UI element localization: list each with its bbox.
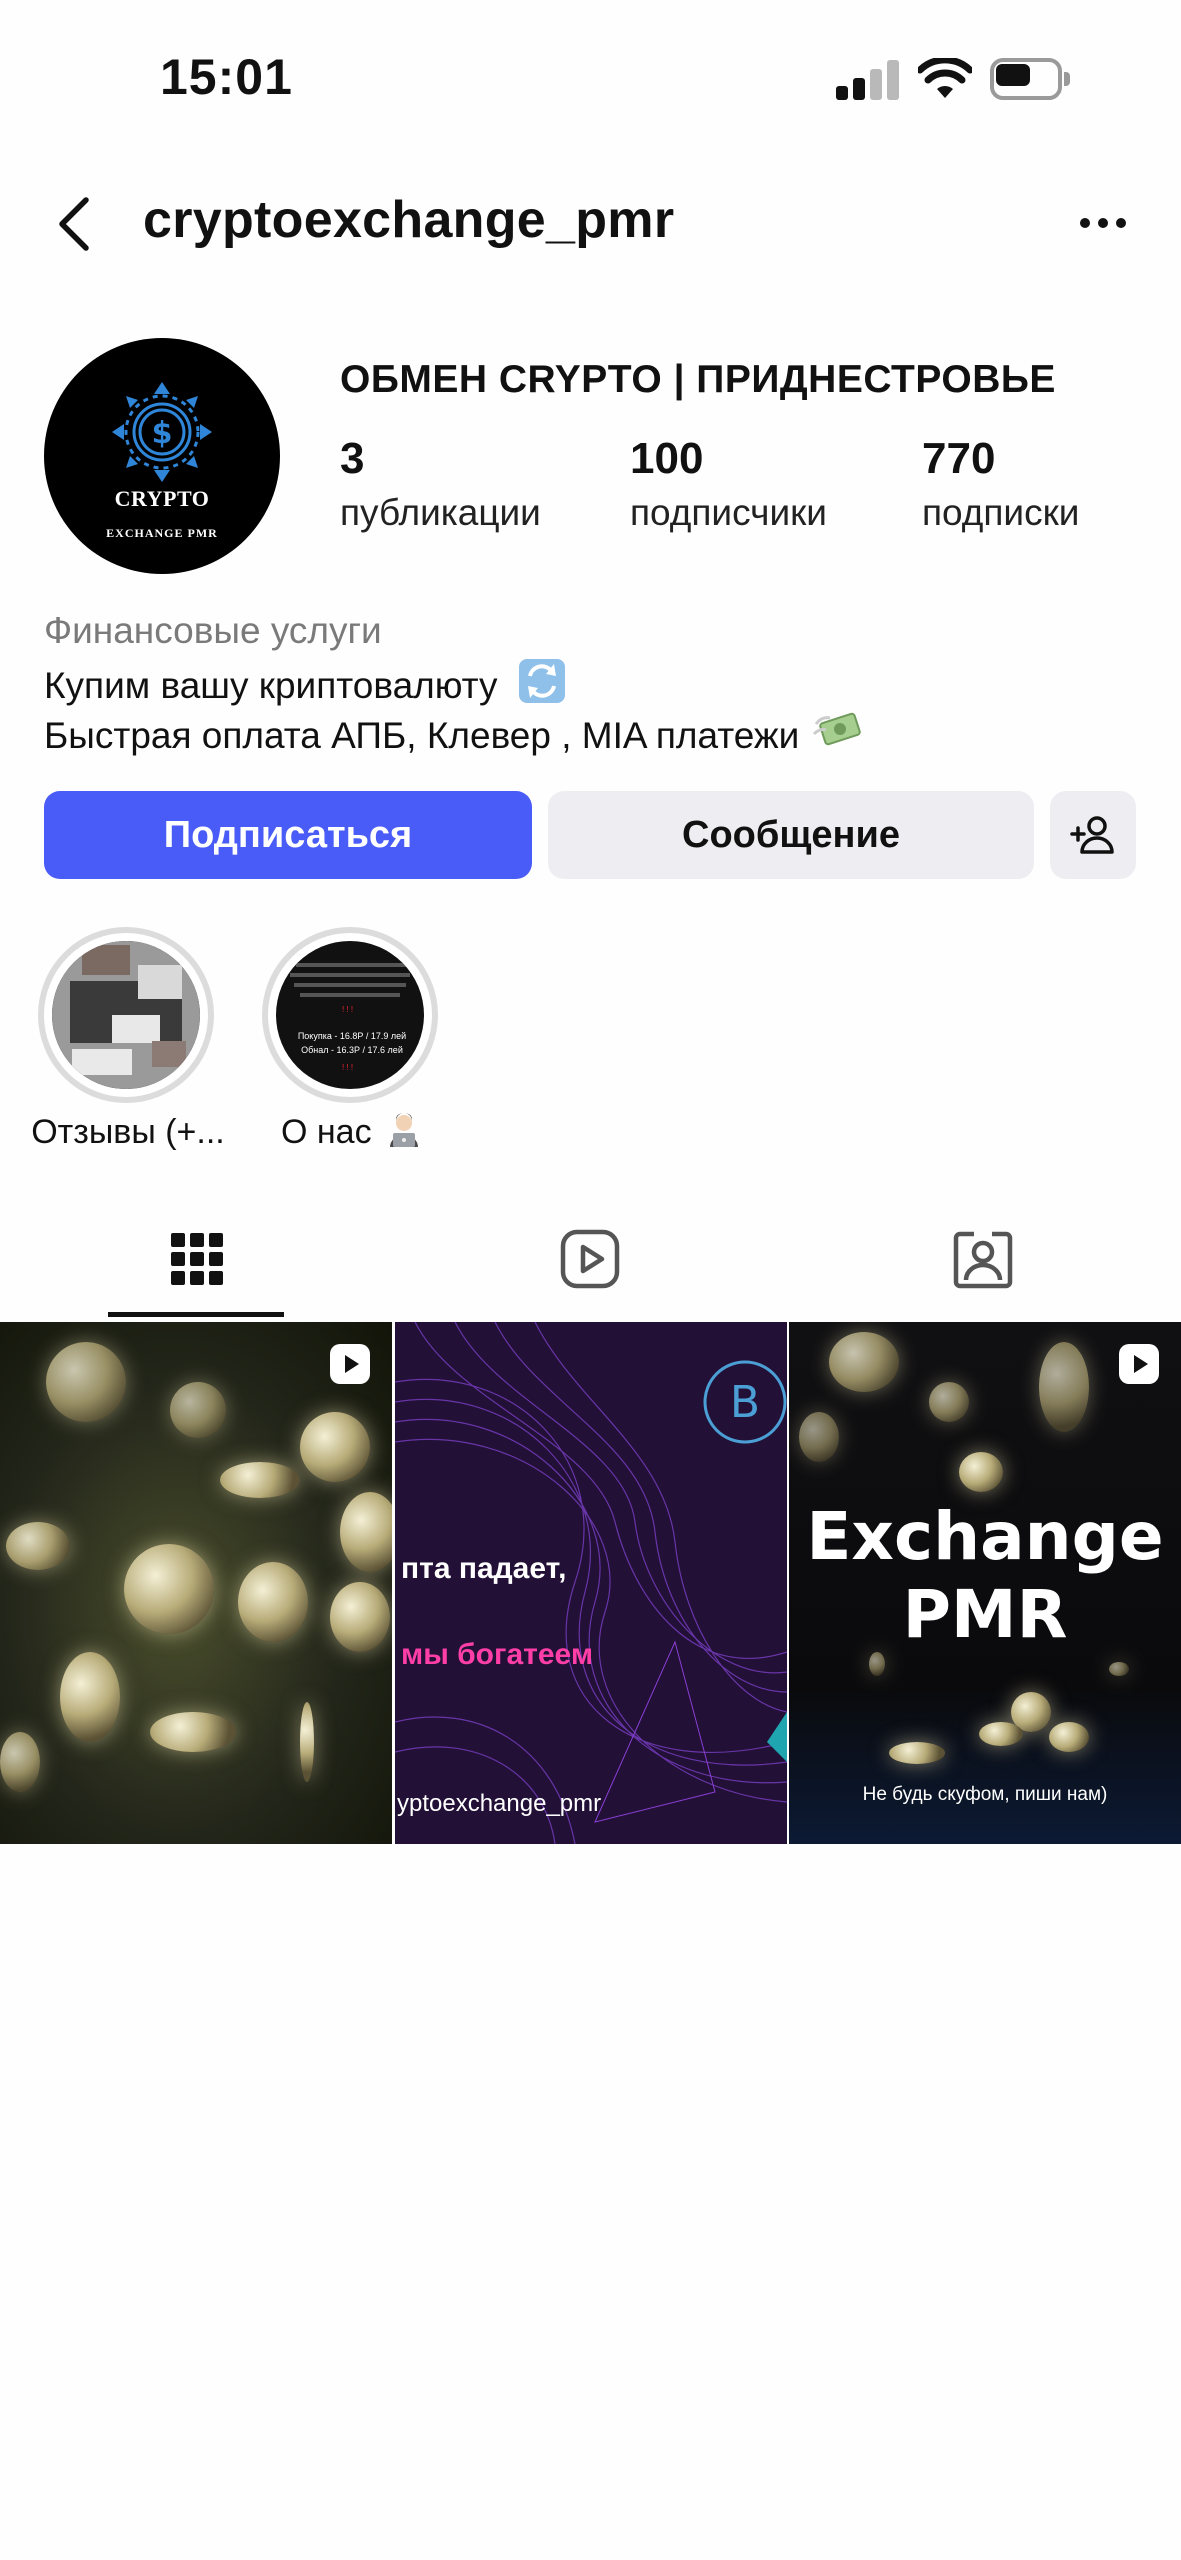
- post-tile-1[interactable]: [0, 1322, 392, 1844]
- highlight-reviews-cover: [52, 941, 200, 1089]
- post-tile-2[interactable]: B пта падает, мы богатеем yptoexchange_p…: [395, 1322, 787, 1844]
- post-2-text-line-1: пта падает,: [401, 1552, 567, 1585]
- highlight-about-label-text: О нас: [280, 1113, 372, 1151]
- posts-grid: B пта падает, мы богатеем yptoexchange_p…: [0, 1322, 1181, 1844]
- wifi-icon: [918, 58, 972, 98]
- highlight-reviews[interactable]: Отзывы (+...: [31, 927, 225, 1151]
- technologist-emoji-icon: [390, 1113, 419, 1147]
- stat-following[interactable]: 770 подписки: [922, 434, 1079, 534]
- post-2-text-line-2: мы богатеем: [401, 1638, 594, 1671]
- stat-posts-label: публикации: [340, 492, 541, 533]
- follow-button[interactable]: Подписаться: [44, 791, 532, 879]
- post-3-title-line-2: PMR: [902, 1576, 1068, 1653]
- tab-posts-grid[interactable]: [0, 1200, 393, 1318]
- back-arrow-icon[interactable]: [50, 194, 100, 254]
- reel-badge-icon: [330, 1344, 370, 1384]
- stat-posts-count: 3: [340, 434, 365, 483]
- highlight-reviews-label: Отзывы (+...: [31, 1113, 225, 1151]
- repeat-arrows-emoji-icon: [518, 659, 565, 703]
- avatar-logo-subtext: EXCHANGE PMR: [106, 526, 218, 540]
- post-3-title-line-1: Exchange: [806, 1498, 1164, 1575]
- stat-followers-count: 100: [630, 434, 704, 483]
- tab-tagged[interactable]: [786, 1200, 1179, 1318]
- active-tab-indicator: [108, 1312, 284, 1317]
- reel-badge-icon: [1119, 1344, 1159, 1384]
- post-3-title: Exchange PMR: [789, 1498, 1181, 1654]
- highlight-about-ring: ! ! ! Покупка - 16.8Р / 17.9 лей Обнал -…: [262, 927, 438, 1103]
- bio-line-1-text: Купим вашу криптовалюту: [44, 665, 498, 706]
- suggested-users-button[interactable]: [1050, 791, 1136, 879]
- highlight-about-label: О нас: [242, 1113, 462, 1152]
- message-button[interactable]: Сообщение: [548, 791, 1034, 879]
- profile-category: Финансовые услуги: [44, 610, 382, 651]
- stat-posts[interactable]: 3 публикации: [340, 434, 541, 534]
- cellular-signal-icon: [836, 60, 900, 100]
- svg-text:B: B: [730, 1377, 760, 1428]
- grid-icon: [170, 1233, 223, 1285]
- dollar-coin-logo-icon: $: [112, 382, 212, 482]
- profile-display-name: ОБМЕН CRYPTO | ПРИДНЕСТРОВЬЕ: [340, 358, 1056, 401]
- highlight-about-cover-line-1: Покупка - 16.8Р / 17.9 лей: [297, 1031, 407, 1041]
- stat-followers[interactable]: 100 подписчики: [630, 434, 827, 534]
- stat-following-label: подписки: [922, 492, 1080, 533]
- status-bar: 15:01: [0, 0, 1181, 160]
- bio-line-1: Купим вашу криптовалюту: [44, 658, 566, 707]
- reels-icon: [560, 1229, 619, 1289]
- add-person-icon: [1070, 816, 1114, 854]
- highlight-about[interactable]: ! ! ! Покупка - 16.8Р / 17.9 лей Обнал -…: [262, 927, 442, 1151]
- highlight-about-cover-line-2: Обнал - 16.3Р / 17.6 лей: [301, 1045, 403, 1055]
- tab-reels[interactable]: [393, 1200, 786, 1318]
- highlight-about-cover: ! ! ! Покупка - 16.8Р / 17.9 лей Обнал -…: [276, 941, 424, 1089]
- profile-content-tabs: [0, 1200, 1181, 1320]
- stat-followers-label: подписчики: [630, 492, 827, 533]
- bio-line-2: Быстрая оплата АПБ, Клевер , MIA платежи: [44, 708, 864, 757]
- profile-avatar[interactable]: $ CRYPTO EXCHANGE PMR: [44, 338, 280, 574]
- tagged-person-icon: [953, 1231, 1012, 1289]
- post-2-handle: yptoexchange_pmr: [397, 1790, 602, 1817]
- more-options-icon[interactable]: [1078, 210, 1128, 234]
- svg-text:$: $: [152, 416, 173, 451]
- post-3-caption: Не будь скуфом, пиши нам): [862, 1784, 1108, 1805]
- highlight-reviews-ring: [38, 927, 214, 1103]
- status-time: 15:01: [160, 49, 293, 105]
- flying-money-emoji-icon: [812, 712, 861, 746]
- stat-following-count: 770: [922, 434, 996, 483]
- bio-line-2-text: Быстрая оплата АПБ, Клевер , MIA платежи: [44, 715, 800, 756]
- profile-username: cryptoexchange_pmr: [143, 191, 675, 249]
- avatar-logo-text: CRYPTO: [114, 486, 210, 511]
- post-tile-3[interactable]: Exchange PMR Не будь скуфом, пиши нам): [789, 1322, 1181, 1844]
- profile-nav-bar: cryptoexchange_pmr: [0, 170, 1181, 280]
- battery-icon: [990, 58, 1070, 100]
